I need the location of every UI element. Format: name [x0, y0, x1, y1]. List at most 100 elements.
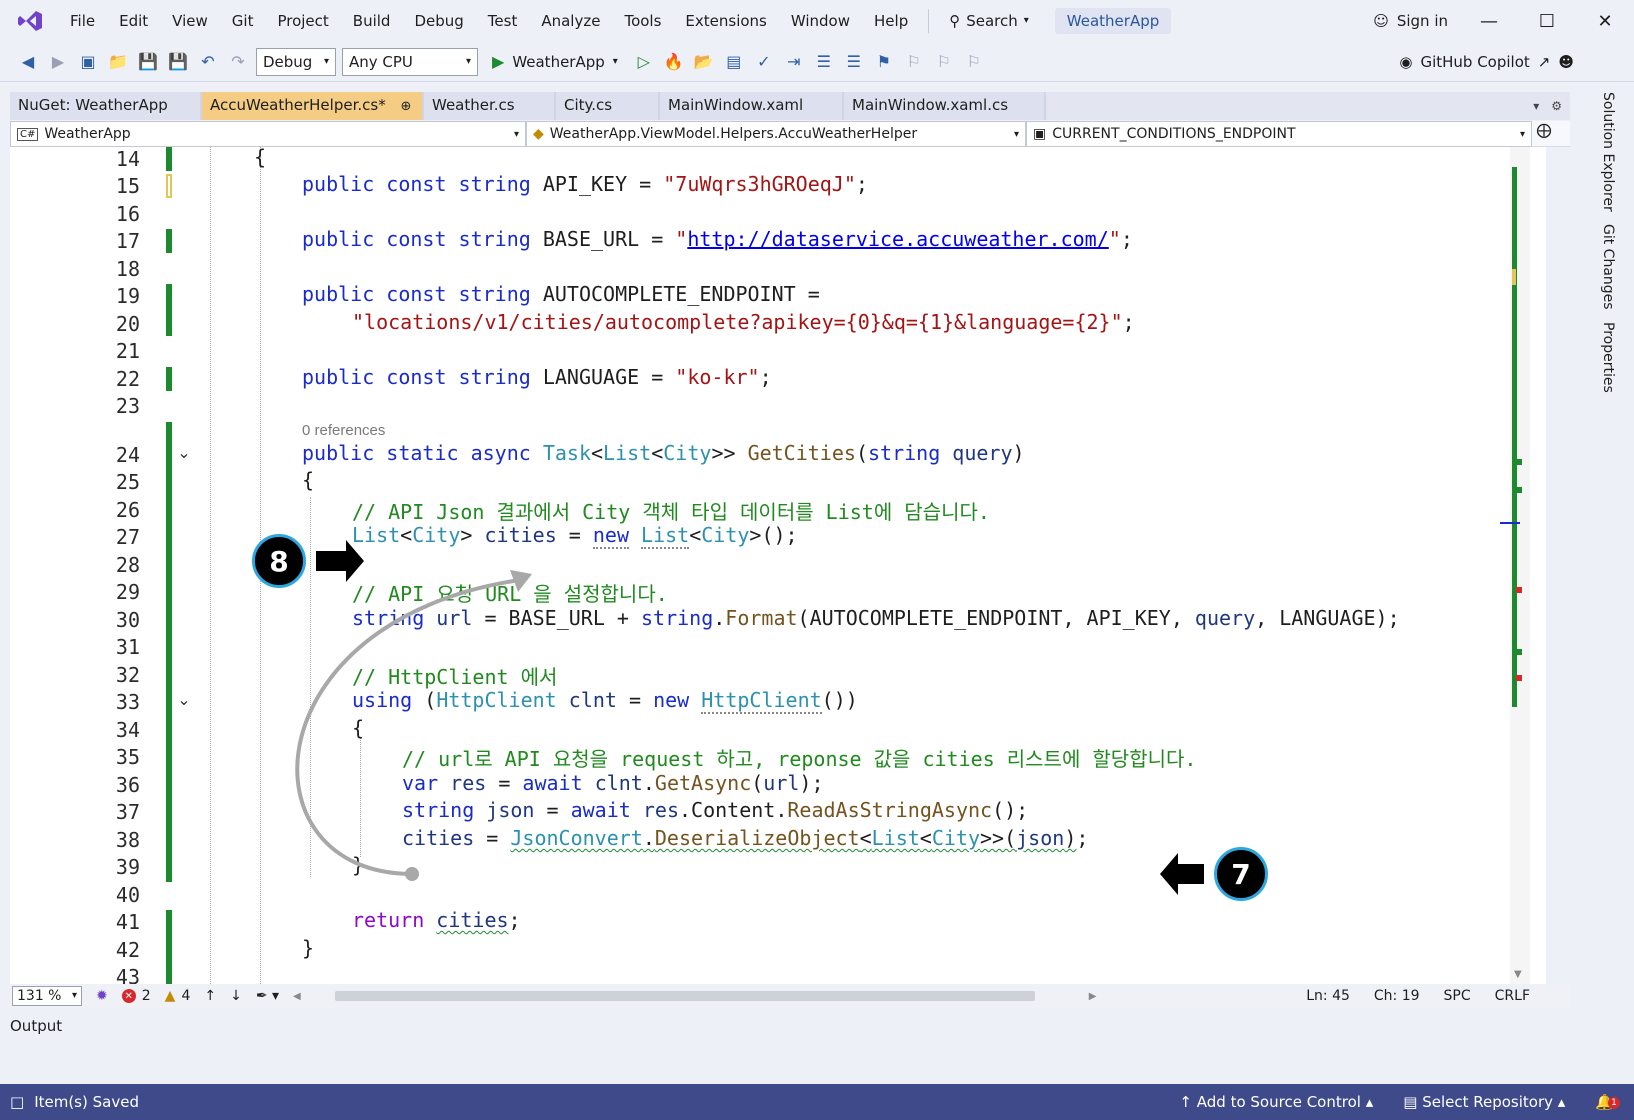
hot-reload-icon[interactable]: 🔥 — [662, 50, 686, 74]
share-icon[interactable]: ↗ — [1538, 53, 1551, 71]
split-editor-icon[interactable]: ⨁ — [1532, 121, 1556, 146]
undo-icon[interactable]: ↶ — [196, 50, 220, 74]
indent-icon[interactable]: ⇥ — [782, 50, 806, 74]
code-line: // API 요청 URL 을 설정합니다. — [352, 582, 668, 606]
next-bookmark-icon[interactable]: ⚐ — [932, 50, 956, 74]
menu-debug[interactable]: Debug — [402, 5, 475, 37]
start-without-debugging-icon[interactable]: ▷ — [632, 50, 656, 74]
brush-icon[interactable]: ✒ ▾ — [256, 988, 279, 1004]
zoom-dropdown[interactable]: 131 % ▾ — [12, 986, 82, 1006]
notifications-bell-icon[interactable]: 🔔 1 — [1595, 1093, 1620, 1111]
scroll-down-icon[interactable]: ▼ — [1514, 969, 1522, 980]
vertical-scrollbar[interactable]: ▼ — [1500, 147, 1530, 984]
menu-project[interactable]: Project — [265, 5, 340, 37]
code-line: public const string AUTOCOMPLETE_ENDPOIN… — [302, 282, 820, 306]
pin-icon[interactable]: ⊕ — [400, 99, 411, 114]
feedback-icon[interactable]: ☻ — [1558, 53, 1574, 71]
tab-mainwindow-xaml-cs[interactable]: MainWindow.xaml.cs — [844, 92, 1046, 120]
menu-tools[interactable]: Tools — [612, 5, 673, 37]
tab-city[interactable]: City.cs — [556, 92, 660, 120]
menu-test[interactable]: Test — [476, 5, 530, 37]
minimize-icon[interactable]: — — [1460, 11, 1518, 32]
start-debugging-button[interactable]: ▶ WeatherApp ▾ — [484, 52, 626, 71]
menu-build[interactable]: Build — [341, 5, 403, 37]
select-repository-button[interactable]: ▤ Select Repository ▴ — [1403, 1093, 1565, 1111]
scroll-left-icon[interactable]: ◀ — [293, 991, 301, 1002]
line-ending-indicator[interactable]: CRLF — [1495, 988, 1530, 1004]
copilot-label: GitHub Copilot — [1420, 52, 1530, 71]
bookmark-icon[interactable]: ⚑ — [872, 50, 896, 74]
save-all-icon[interactable]: 💾 — [166, 50, 190, 74]
tab-list-dropdown-icon[interactable]: ▾ — [1533, 99, 1539, 113]
document-tabs: NuGet: WeatherApp AccuWeatherHelper.cs* … — [10, 92, 1570, 142]
next-issue-icon[interactable]: ↓ — [230, 988, 242, 1004]
redo-icon[interactable]: ↷ — [226, 50, 250, 74]
clear-bookmarks-icon[interactable]: ⚐ — [962, 50, 986, 74]
menu-extensions[interactable]: Extensions — [673, 5, 778, 37]
open-folder-icon[interactable]: 📁 — [106, 50, 130, 74]
line-number: 43 — [115, 965, 140, 984]
comment-icon[interactable]: ☰ — [812, 50, 836, 74]
change-marker — [166, 147, 172, 171]
close-icon[interactable]: ✕ — [1576, 11, 1634, 32]
tab-nuget[interactable]: NuGet: WeatherApp — [10, 92, 202, 120]
navigate-back-icon[interactable]: ◀ — [16, 50, 40, 74]
horizontal-scrollbar[interactable] — [334, 991, 1035, 1001]
save-icon[interactable]: 💾 — [136, 50, 160, 74]
sign-in-button[interactable]: ☺ Sign in — [1361, 12, 1460, 30]
settings-gear-icon[interactable]: ⚙ — [1551, 99, 1562, 113]
output-panel-tab[interactable]: Output — [0, 1012, 1634, 1040]
code-cleanup-icon[interactable]: ✹ — [96, 988, 108, 1004]
layout-icon[interactable]: ▤ — [722, 50, 746, 74]
maximize-icon[interactable]: ☐ — [1518, 11, 1576, 32]
line-indicator[interactable]: Ln: 45 — [1306, 988, 1350, 1004]
menu-analyze[interactable]: Analyze — [529, 5, 612, 37]
error-count[interactable]: ✕ 2 — [121, 988, 151, 1004]
add-to-source-control-button[interactable]: ↑ Add to Source Control ▴ — [1179, 1093, 1373, 1111]
tab-label: City.cs — [564, 96, 613, 114]
github-copilot-button[interactable]: ◉ GitHub Copilot ↗ ☻ — [1399, 53, 1634, 71]
menu-help[interactable]: Help — [862, 5, 920, 37]
code-line: public static async Task<List<City>> Get… — [302, 441, 1025, 465]
overview-mark — [1516, 459, 1522, 465]
prev-bookmark-icon[interactable]: ⚐ — [902, 50, 926, 74]
git-changes-tab[interactable]: Git Changes — [1600, 224, 1616, 310]
solution-explorer-tab[interactable]: Solution Explorer — [1600, 92, 1616, 212]
warning-count[interactable]: ▲ 4 — [165, 988, 191, 1004]
tab-weather[interactable]: Weather.cs — [424, 92, 556, 120]
navigate-forward-icon[interactable]: ▶ — [46, 50, 70, 74]
chevron-down-icon: ▾ — [465, 56, 471, 67]
tab-mainwindow-xaml[interactable]: MainWindow.xaml — [660, 92, 844, 120]
url-link[interactable]: http://dataservice.accuweather.com/ — [687, 227, 1108, 251]
member-dropdown[interactable]: ▣ CURRENT_CONDITIONS_ENDPOINT ▾ — [1026, 121, 1532, 147]
menu-edit[interactable]: Edit — [107, 5, 160, 37]
visual-studio-logo-icon[interactable] — [16, 7, 44, 35]
project-dropdown[interactable]: C# WeatherApp ▾ — [10, 121, 526, 147]
whitespace-indicator[interactable]: SPC — [1444, 988, 1471, 1004]
chevron-down-icon: ▾ — [1023, 15, 1029, 26]
collapse-chevron-icon[interactable]: ⌄ — [176, 690, 192, 709]
solution-explorer-icon[interactable]: 📂 — [692, 50, 716, 74]
search-button[interactable]: ⚲ Search ▾ — [937, 5, 1041, 37]
menu-file[interactable]: File — [58, 5, 107, 37]
type-dropdown[interactable]: ◆ WeatherApp.ViewModel.Helpers.AccuWeath… — [526, 121, 1026, 147]
tab-accuweatherhelper[interactable]: AccuWeatherHelper.cs* ⊕ ✕ — [202, 92, 424, 142]
menu-git[interactable]: Git — [220, 5, 266, 37]
menu-window[interactable]: Window — [779, 5, 862, 37]
line-number: 16 — [115, 202, 140, 226]
configuration-dropdown[interactable]: Debug ▾ — [256, 47, 336, 76]
spell-check-icon[interactable]: ✓ — [752, 50, 776, 74]
previous-issue-icon[interactable]: ↑ — [204, 988, 216, 1004]
line-number: 40 — [115, 883, 140, 907]
column-indicator[interactable]: Ch: 19 — [1374, 988, 1420, 1004]
properties-tab[interactable]: Properties — [1600, 322, 1616, 393]
menu-view[interactable]: View — [160, 5, 220, 37]
collapse-chevron-icon[interactable]: ⌄ — [176, 443, 192, 462]
codelens-references[interactable]: 0 references — [302, 422, 385, 439]
new-project-icon[interactable]: ▣ — [76, 50, 100, 74]
output-window-icon[interactable]: □ — [10, 1093, 24, 1111]
platform-dropdown[interactable]: Any CPU ▾ — [342, 47, 478, 76]
uncomment-icon[interactable]: ☰ — [842, 50, 866, 74]
scroll-right-icon[interactable]: ▶ — [1089, 991, 1097, 1002]
code-editor[interactable]: 14 15 16 17 18 19 20 21 22 23 24 25 26 2… — [10, 147, 1546, 984]
